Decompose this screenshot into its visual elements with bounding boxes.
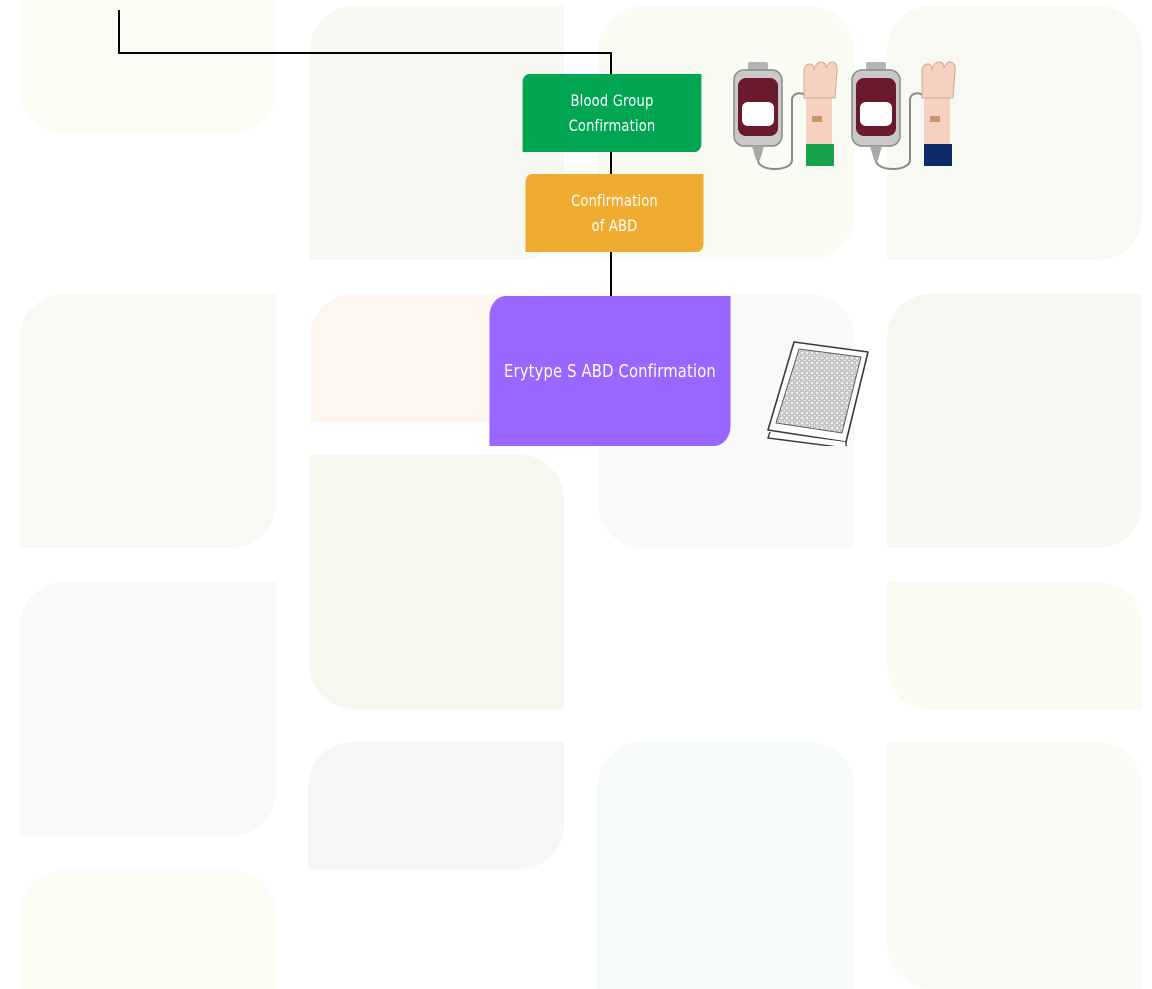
bg-tile [310,455,564,709]
node-confirmation-of-abd: Confirmation of ABD [525,174,704,252]
bg-tile [20,0,276,134]
microplate-icon [767,341,869,446]
node-label: Blood Group Confirmation [568,91,656,135]
bg-tile [20,294,276,548]
bg-tile [20,582,276,836]
bg-tile [308,742,564,869]
blood-transfusion-icon [851,61,956,170]
connector-line [610,252,612,296]
node-blood-group-confirmation: Blood Group Confirmation [522,74,702,152]
bg-tile [20,870,276,989]
bg-tile [887,294,1142,548]
bg-tile [887,742,1142,989]
bg-tile [887,582,1142,710]
node-label: Confirmation of ABD [571,191,658,235]
connector-line [610,52,612,74]
node-label: Erytype S ABD Confirmation [504,360,716,382]
blood-transfusion-icon [733,61,838,170]
connector-line [118,52,612,54]
node-erytype-s-abd-confirmation: Erytype S ABD Confirmation [489,296,731,446]
connector-line [118,10,120,54]
connector-line [610,152,612,174]
bg-tile [597,742,854,989]
